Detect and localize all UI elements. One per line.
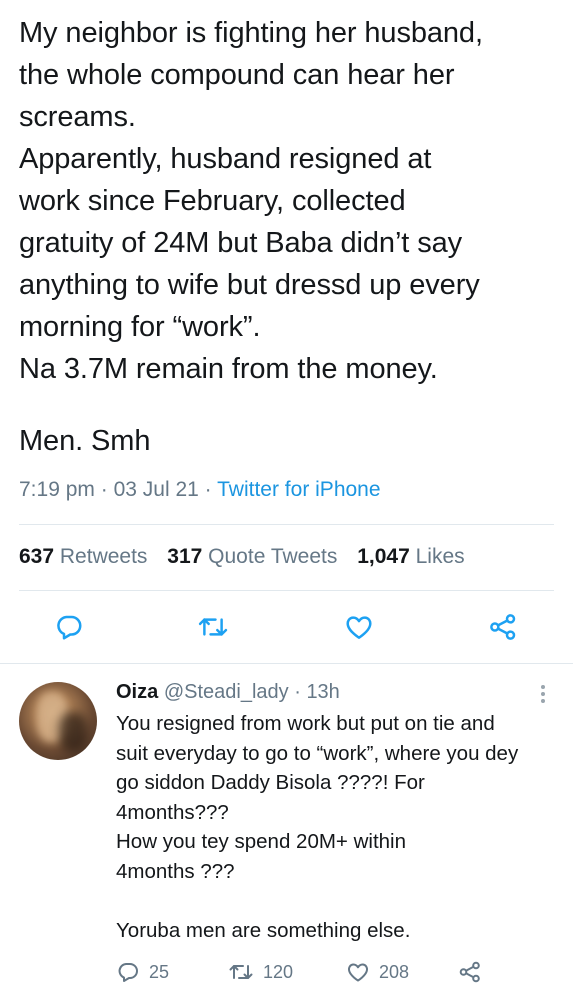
tweet-line: gratuity of 24M but Baba didn’t say (19, 227, 463, 259)
share-icon (490, 614, 516, 640)
reply-retweet-button[interactable]: 120 (228, 958, 293, 986)
reply-line: suit everyday to go to “work”, where you… (116, 741, 519, 765)
quote-tweets-count: 317 (167, 545, 203, 568)
tweet-line: Na 3.7M remain from the money. (19, 353, 438, 385)
likes-stat[interactable]: 1,047 Likes (357, 545, 464, 568)
share-button[interactable] (486, 610, 520, 644)
reply-age: 13h (306, 681, 340, 703)
tweet-source-link[interactable]: Twitter for iPhone (217, 478, 380, 501)
reply-closing-line: Yoruba men are something else. (116, 919, 411, 942)
heart-icon (348, 963, 368, 982)
meta-separator: · (100, 478, 108, 501)
retweet-icon (198, 618, 228, 636)
reply-line: How you tey spend 20M+ within (116, 830, 407, 853)
reply-line: You resigned from work but put on tie an… (116, 712, 495, 735)
retweet-button[interactable] (196, 610, 230, 644)
more-vertical-icon (541, 685, 545, 703)
heart-icon (346, 616, 372, 639)
avatar[interactable] (19, 682, 97, 760)
reply-tweet: Oiza @Steadi_lady · 13h You resigned fro… (116, 679, 556, 946)
reply-author-name[interactable]: Oiza (116, 681, 158, 703)
tweet-line: My neighbor is fighting her husband, (19, 17, 483, 49)
quote-tweets-label: Quote Tweets (208, 545, 338, 568)
more-options-button[interactable] (533, 682, 553, 706)
reply-icon (57, 615, 82, 640)
reply-like-button[interactable]: 208 (346, 958, 409, 986)
retweet-count: 120 (263, 961, 294, 982)
reply-icon (118, 963, 138, 982)
tweet-action-bar (0, 610, 573, 646)
divider (19, 524, 554, 525)
tweet-closing-line: Men. Smh (19, 425, 151, 457)
reply-line: 4months??? (116, 800, 229, 824)
reply-action-bar: 25 120 208 (0, 958, 573, 988)
retweets-count: 637 (19, 545, 55, 568)
tweet-line: Apparently, husband resigned at (19, 143, 432, 175)
reply-line: go siddon Daddy Bisola ????! For (116, 771, 425, 794)
divider (19, 590, 554, 591)
tweet-line: morning for “work”. (19, 311, 261, 343)
share-icon (459, 961, 480, 983)
tweet-line: anything to wife but dressd up every (19, 269, 480, 301)
avatar-photo-detail (59, 712, 87, 752)
retweets-label: Retweets (59, 545, 148, 568)
reply-count: 25 (149, 961, 170, 982)
reply-share-button[interactable] (458, 958, 491, 986)
tweet-date[interactable]: 03 Jul 21 (114, 478, 199, 501)
reply-line: 4months ??? (116, 859, 235, 883)
tweet-line: the whole compound can hear her (19, 59, 455, 91)
reply-button[interactable] (52, 610, 86, 644)
like-count: 208 (379, 961, 410, 982)
reply-reply-button[interactable]: 25 (116, 958, 169, 986)
tweet-line: screams. (19, 101, 136, 133)
reply-header: Oiza @Steadi_lady · 13h (116, 679, 556, 705)
retweets-stat[interactable]: 637 Retweets (19, 545, 147, 568)
header-separator: · (294, 681, 301, 703)
engagement-stats: 637 Retweets 317 Quote Tweets 1,047 Like… (19, 545, 479, 569)
retweet-icon (229, 965, 253, 979)
meta-separator: · (204, 478, 212, 501)
tweet-meta: 7:19 pm · 03 Jul 21 · Twitter for iPhone (19, 478, 381, 502)
reply-author-handle[interactable]: @Steadi_lady (164, 681, 289, 703)
like-button[interactable] (342, 610, 376, 644)
likes-label: Likes (415, 545, 465, 568)
tweet-time[interactable]: 7:19 pm (19, 478, 95, 501)
divider (0, 663, 573, 664)
quote-tweets-stat[interactable]: 317 Quote Tweets (167, 545, 337, 568)
likes-count: 1,047 (357, 545, 410, 568)
tweet-text: My neighbor is fighting her husband, the… (19, 12, 564, 462)
tweet-line: work since February, collected (19, 185, 406, 217)
